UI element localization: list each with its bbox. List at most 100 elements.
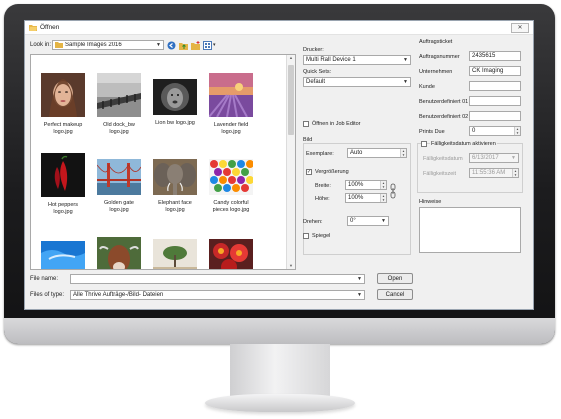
files-of-type-dropdown[interactable]: Alle Thrive Aufträge-/Bild- Dateien ▼ xyxy=(70,290,365,300)
due-date-enable-checkbox[interactable] xyxy=(421,141,427,147)
monitor-chin xyxy=(4,318,555,344)
company-field[interactable]: CK Imaging xyxy=(469,66,521,76)
candy-thumbnail xyxy=(209,159,254,195)
file-name-line2: pieces logo.jpg xyxy=(212,207,250,213)
file-name-line1: Lavender field xyxy=(213,122,249,128)
user-defined-1-field[interactable] xyxy=(469,96,521,106)
quick-sets-label: Quick Sets: xyxy=(303,69,332,75)
file-list-scrollbar[interactable]: ▲ ▼ xyxy=(286,55,295,269)
close-icon: ✕ xyxy=(517,25,523,31)
file-name-line1: Candy colorful xyxy=(213,200,249,206)
scaling-checkbox[interactable]: ✓ xyxy=(306,169,312,175)
width-spinner[interactable]: 100% ▲ ▼ xyxy=(345,180,387,190)
quick-sets-value: Default xyxy=(306,79,326,85)
lion-thumbnail xyxy=(153,79,197,115)
scroll-up-icon[interactable]: ▲ xyxy=(287,55,295,63)
look-in-dropdown[interactable]: Sample Images 2016 ▼ xyxy=(52,40,164,50)
file-name-line2: logo.jpg xyxy=(109,207,129,213)
scaling-label: Vergrößerung xyxy=(315,169,349,175)
printer-value: Multi Rall Device 1 xyxy=(306,57,356,63)
file-item[interactable]: Perfect makeup logo.jpg xyxy=(35,73,91,136)
file-name-line1: Old dock_bw xyxy=(103,122,135,128)
elephant-face-thumbnail xyxy=(153,159,197,195)
golden-gate-thumbnail xyxy=(96,159,142,195)
file-item[interactable] xyxy=(91,237,147,269)
swimmer-thumbnail xyxy=(41,241,85,269)
order-number-value: 2435615 xyxy=(472,53,496,59)
file-item[interactable]: Old dock_bw logo.jpg xyxy=(91,73,147,136)
file-list: Perfect makeup logo.jpg Old dock_bw logo… xyxy=(30,54,296,270)
copies-value: Auto xyxy=(350,150,363,156)
file-item[interactable]: Candy colorful pieces logo.jpg xyxy=(203,159,259,214)
due-date-picker: 6/13/2017 ▼ xyxy=(469,153,519,163)
company-value: CK Imaging xyxy=(472,68,504,74)
rotate-label: Drehen: xyxy=(303,219,323,225)
chevron-down-icon: ▼ xyxy=(357,292,362,298)
file-name-input[interactable]: ▼ xyxy=(70,274,365,284)
spin-down-icon[interactable]: ▼ xyxy=(515,131,520,135)
quick-sets-dropdown[interactable]: Default ▼ xyxy=(303,77,411,87)
spin-down-icon[interactable]: ▼ xyxy=(381,198,386,202)
due-time-spinner: 11:55:36 AM ▲ ▼ xyxy=(469,168,519,178)
prints-due-spinner[interactable]: 0 ▲ ▼ xyxy=(469,126,521,136)
rotate-dropdown[interactable]: 0° ▼ xyxy=(347,216,389,226)
view-dropdown-icon[interactable]: ▾ xyxy=(213,42,216,48)
makeup-portrait-thumbnail xyxy=(41,73,85,117)
file-item[interactable]: Golden gate logo.jpg xyxy=(91,159,147,214)
chevron-down-icon: ▼ xyxy=(403,57,408,63)
file-name-line2: logo.jpg xyxy=(53,129,73,135)
due-date-label: Fälligkeitsdatum xyxy=(423,156,463,162)
back-icon[interactable] xyxy=(167,41,176,50)
file-type-row: Files of type: Alle Thrive Aufträge-/Bil… xyxy=(30,289,365,301)
old-dock-thumbnail xyxy=(97,73,141,117)
file-name-line2: logo.jpg xyxy=(53,209,73,215)
user-defined-2-field[interactable] xyxy=(469,111,521,121)
cancel-button[interactable]: Cancel xyxy=(377,289,413,300)
scroll-down-icon[interactable]: ▼ xyxy=(287,263,295,269)
prints-due-value: 0 xyxy=(472,128,476,134)
mirror-checkbox[interactable] xyxy=(303,233,309,239)
file-item[interactable]: Elephant face logo.jpg xyxy=(147,159,203,214)
files-of-type-value: Alle Thrive Aufträge-/Bild- Dateien xyxy=(73,292,164,298)
open-in-job-editor-checkbox[interactable] xyxy=(303,121,309,127)
look-in-label: Look in: xyxy=(30,42,52,48)
close-button[interactable]: ✕ xyxy=(511,22,529,33)
job-ticket-pane: Auftragsticket Auftragsnummer 2435615 Un… xyxy=(417,39,529,269)
file-name-line1: Hot peppers xyxy=(48,202,78,208)
height-label: Höhe: xyxy=(315,196,330,202)
spin-down-icon: ▼ xyxy=(513,173,518,177)
monitor-stand-base xyxy=(205,394,355,412)
file-item[interactable]: Lion bw logo.jpg xyxy=(147,79,203,127)
chevron-down-icon: ▼ xyxy=(381,218,386,224)
height-spinner[interactable]: 100% ▲ ▼ xyxy=(345,193,387,203)
open-button[interactable]: Open xyxy=(377,273,413,284)
file-item[interactable] xyxy=(147,239,203,269)
spin-down-icon[interactable]: ▼ xyxy=(381,185,386,189)
order-number-field[interactable]: 2435615 xyxy=(469,51,521,61)
file-browser-pane: Look in: Sample Images 2016 ▼ ▾ Perfect … xyxy=(30,39,296,270)
file-item[interactable] xyxy=(203,239,259,269)
spin-down-icon[interactable]: ▼ xyxy=(401,153,406,157)
file-name-line2: logo.jpg xyxy=(165,207,185,213)
file-item[interactable]: Hot peppers logo.jpg xyxy=(35,153,91,216)
file-item[interactable] xyxy=(35,241,91,269)
view-menu-icon[interactable] xyxy=(203,40,212,50)
scrollbar-thumb[interactable] xyxy=(288,65,294,135)
file-name-label: File name: xyxy=(30,276,59,282)
new-folder-icon[interactable] xyxy=(191,40,200,50)
notes-textarea[interactable] xyxy=(419,207,521,253)
open-dialog: Öffnen ✕ Look in: Sample Images 2016 ▼ ▾… xyxy=(24,20,534,310)
open-folder-icon xyxy=(29,25,37,31)
up-folder-icon[interactable] xyxy=(179,41,188,50)
copies-spinner[interactable]: Auto ▲ ▼ xyxy=(347,148,407,158)
tree-thumbnail xyxy=(153,239,197,269)
dialog-titlebar: Öffnen ✕ xyxy=(25,21,533,35)
customer-field[interactable] xyxy=(469,81,521,91)
chevron-down-icon[interactable]: ▼ xyxy=(357,276,362,282)
printer-dropdown[interactable]: Multi Rall Device 1 ▼ xyxy=(303,55,411,65)
link-aspect-icon[interactable] xyxy=(390,183,396,199)
rotate-value: 0° xyxy=(350,218,356,224)
file-item[interactable]: Lavender field logo.jpg xyxy=(203,73,259,136)
chevron-down-icon: ▼ xyxy=(156,42,161,48)
job-ticket-group-label: Auftragsticket xyxy=(419,39,453,45)
